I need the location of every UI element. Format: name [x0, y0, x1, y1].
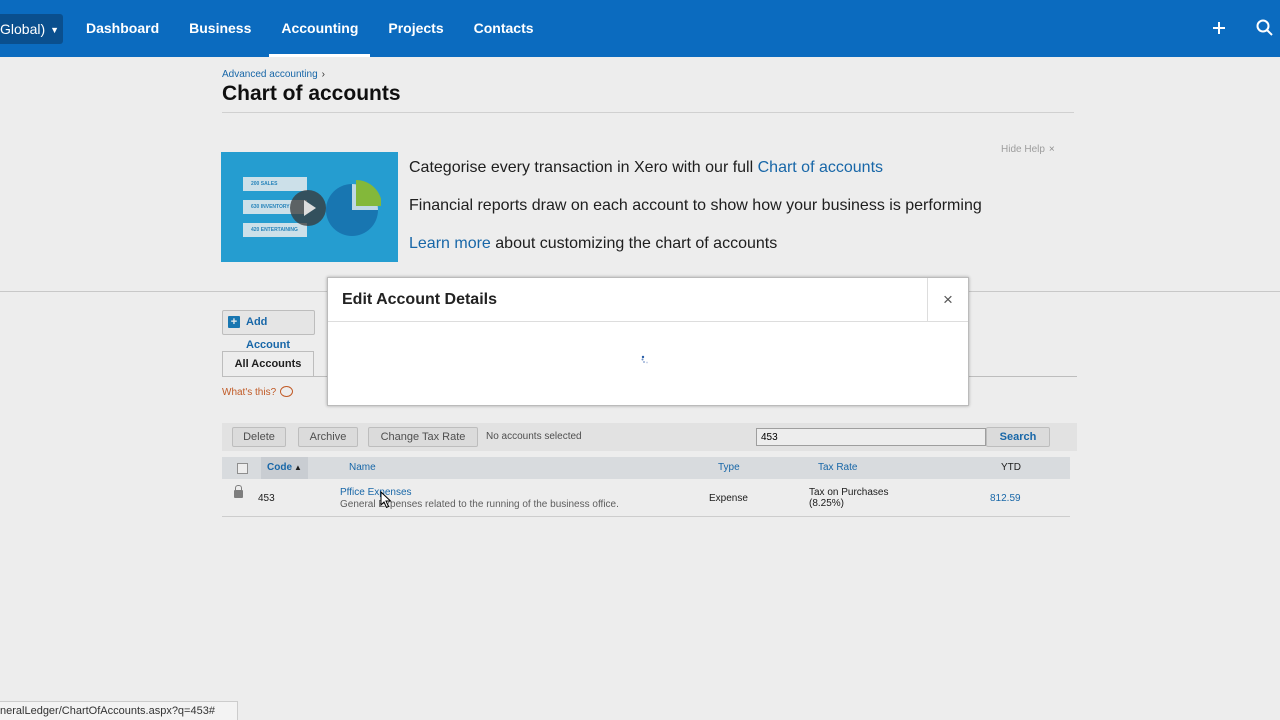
top-navigation-bar: Global) ▼ Dashboard Business Accounting P…	[0, 0, 1280, 57]
search-icon[interactable]	[1254, 17, 1276, 39]
nav-projects[interactable]: Projects	[376, 0, 455, 57]
loading-spinner-icon	[641, 355, 648, 364]
nav-accounting[interactable]: Accounting	[269, 0, 371, 57]
browser-status-url: neralLedger/ChartOfAccounts.aspx?q=453#	[0, 701, 238, 720]
main-nav: Dashboard Business Accounting Projects C…	[74, 0, 552, 57]
plus-icon[interactable]	[1208, 17, 1230, 39]
dialog-divider	[328, 321, 968, 322]
mouse-cursor-icon	[380, 491, 392, 509]
dialog-title: Edit Account Details	[342, 291, 497, 308]
edit-account-dialog: Edit Account Details ×	[327, 277, 969, 406]
chevron-down-icon: ▼	[50, 25, 60, 36]
organisation-name: Global)	[0, 21, 46, 37]
nav-contacts[interactable]: Contacts	[462, 0, 546, 57]
organisation-menu-button[interactable]: Global) ▼	[0, 14, 63, 44]
close-icon[interactable]: ×	[927, 278, 968, 321]
nav-dashboard[interactable]: Dashboard	[74, 0, 171, 57]
nav-business[interactable]: Business	[177, 0, 263, 57]
